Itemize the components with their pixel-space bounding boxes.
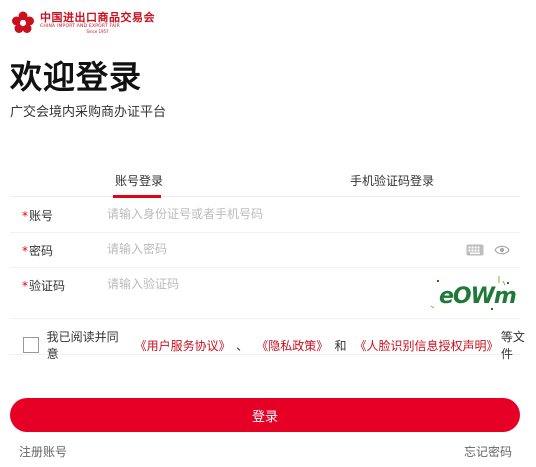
login-button[interactable]: 登录 — [10, 398, 520, 432]
login-tabs: 账号登录 手机验证码登录 — [10, 166, 520, 198]
user-service-agreement-link[interactable]: 《用户服务协议》 — [135, 337, 231, 354]
privacy-policy-link[interactable]: 《隐私政策》 — [256, 337, 328, 354]
canton-fair-flower-icon — [12, 11, 34, 33]
page-subtitle: 广交会境内采购商办证平台 — [10, 105, 167, 120]
agreement-and: 和 — [334, 338, 347, 353]
password-input[interactable] — [107, 238, 407, 260]
captcha-text: eOWm — [439, 284, 516, 309]
agreement-checkbox[interactable] — [23, 337, 39, 353]
show-password-eye-icon[interactable] — [494, 244, 510, 256]
password-label: *密码 — [22, 244, 54, 258]
tab-account-login[interactable]: 账号登录 — [115, 172, 163, 189]
register-link[interactable]: 注册账号 — [19, 443, 67, 460]
account-label: *账号 — [22, 209, 54, 223]
required-star: * — [22, 244, 28, 258]
brand-name-cn: 中国进出口商品交易会 — [40, 10, 155, 24]
agreement-suffix: 等文件 — [500, 330, 525, 361]
brand-since: Since 1957 — [86, 29, 109, 35]
account-row: *账号 — [10, 198, 520, 233]
required-star: * — [22, 209, 28, 223]
password-row: *密码 — [10, 233, 520, 268]
forgot-password-link[interactable]: 忘记密码 — [464, 443, 512, 460]
agreement-separator: 、 — [236, 338, 249, 353]
captcha-image[interactable]: eOWm — [429, 272, 517, 314]
tab-sms-login[interactable]: 手机验证码登录 — [350, 172, 434, 189]
agreement: 我已阅读并同意 《用户服务协议》 、 《隐私政策》 和 《人脸识别信息授权声明》… — [23, 328, 536, 362]
captcha-row: *验证码 eOWm — [10, 268, 520, 319]
face-recognition-statement-link[interactable]: 《人脸识别信息授权声明》 — [354, 337, 498, 354]
keyboard-icon[interactable] — [466, 244, 484, 256]
required-star: * — [22, 279, 28, 293]
captcha-input[interactable] — [107, 273, 407, 295]
brand-logo: 中国进出口商品交易会 CHINA IMPORT AND EXPORT FAIR … — [10, 10, 155, 36]
page-title: 欢迎登录 — [10, 58, 143, 96]
account-input[interactable] — [107, 203, 407, 225]
agreement-prefix: 我已阅读并同意 — [46, 330, 119, 361]
captcha-label: *验证码 — [22, 279, 66, 293]
